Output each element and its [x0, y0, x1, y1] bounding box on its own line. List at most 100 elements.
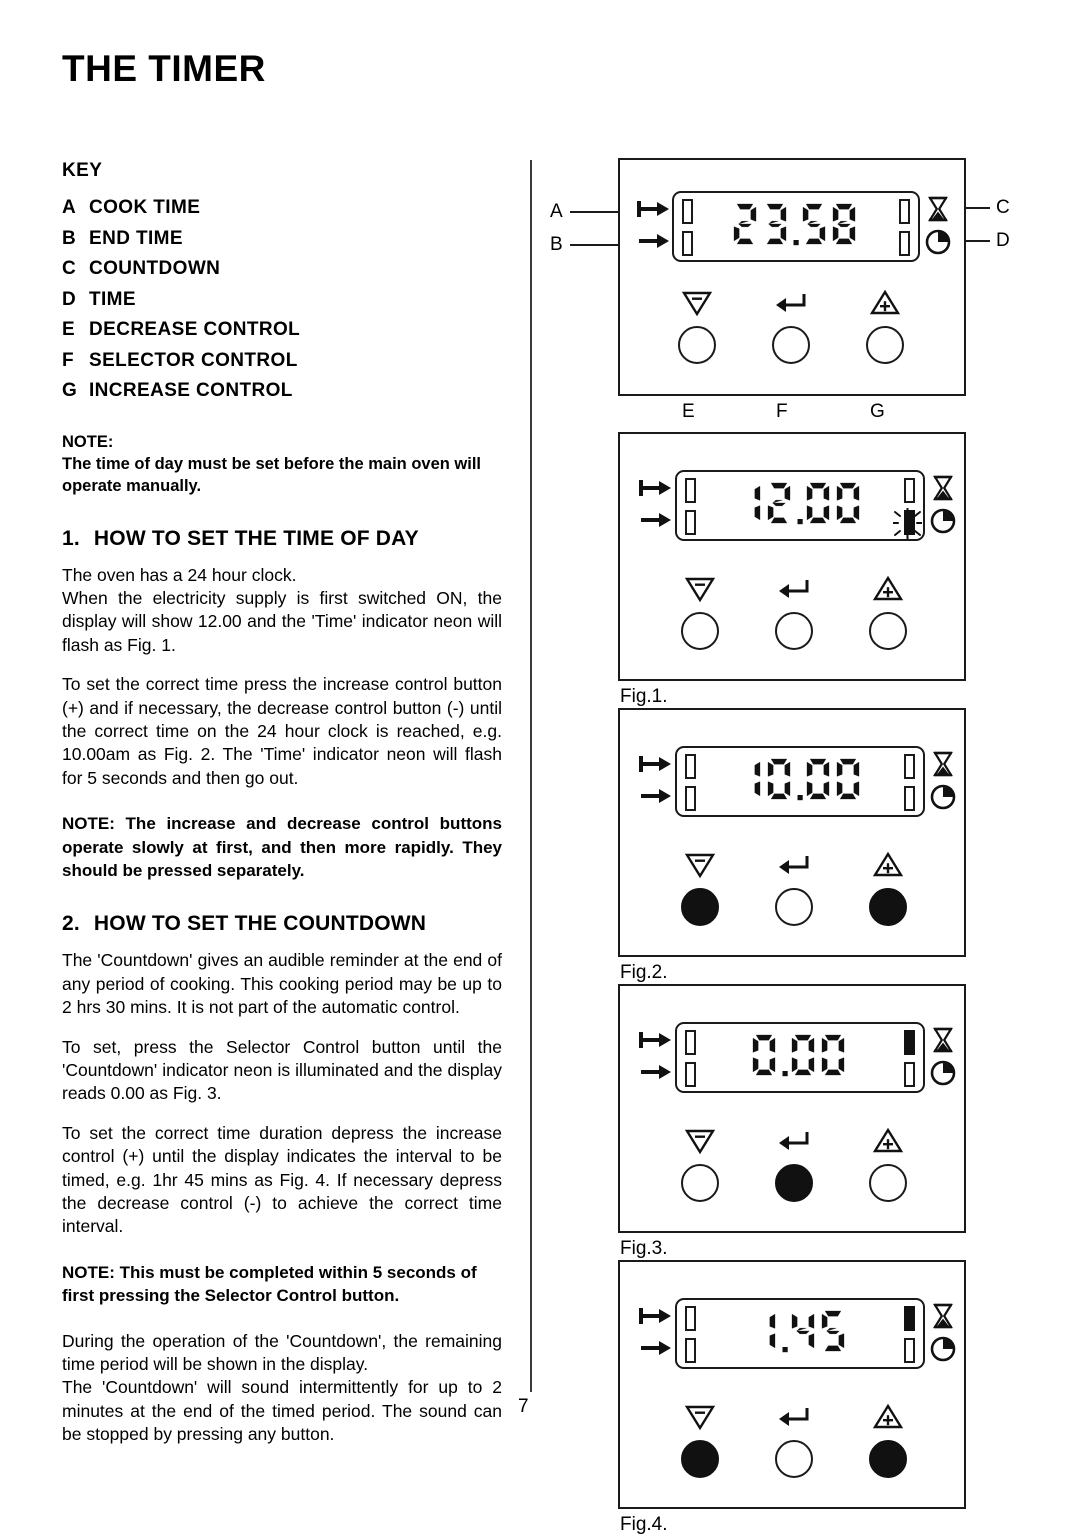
key-letter-b: B	[62, 227, 77, 249]
fig1-wrap: Fig.1.	[618, 432, 1038, 708]
fig4-wrap: Fig.4.	[618, 1260, 1038, 1536]
hourglass-icon	[928, 1025, 958, 1055]
callout-label-e: E	[682, 401, 695, 422]
key-label-d: TIME	[89, 288, 136, 310]
cook-time-arrow-icon	[638, 754, 672, 774]
decrease-button-knob-pressed[interactable]	[681, 1440, 719, 1478]
clock-icon	[928, 1334, 958, 1364]
increase-control-fig2[interactable]	[858, 850, 918, 926]
end-time-arrow-icon	[638, 1062, 672, 1082]
page-title: THE TIMER	[62, 48, 266, 89]
increase-button-knob-pressed[interactable]	[869, 1440, 907, 1478]
selector-control-key[interactable]	[761, 288, 821, 364]
increase-button-knob-pressed[interactable]	[869, 888, 907, 926]
increase-control-fig4[interactable]	[858, 1402, 918, 1478]
key-heading: KEY	[62, 160, 103, 181]
decrease-control-fig3[interactable]	[670, 1126, 730, 1202]
lcd-display-fig4	[675, 1298, 925, 1369]
hourglass-icon	[923, 194, 953, 224]
key-item-f: F SELECTOR CONTROL	[62, 346, 502, 377]
timer-panel-key	[618, 158, 966, 396]
key-label-g: INCREASE CONTROL	[89, 380, 293, 401]
fig3-caption: Fig.3.	[620, 1238, 668, 1259]
increase-triangle-plus-icon	[858, 1402, 918, 1436]
hourglass-icon	[928, 473, 958, 503]
increase-triangle-plus-icon	[858, 850, 918, 884]
selector-control-fig2[interactable]	[764, 850, 824, 926]
decrease-button-knob[interactable]	[681, 612, 719, 650]
decrease-triangle-minus-icon	[670, 1126, 730, 1160]
selector-button-knob[interactable]	[775, 888, 813, 926]
left-text-column: KEY A COOK TIME B END TIME C COUNTDOWN D…	[62, 160, 502, 1463]
timer-panel-fig4	[618, 1260, 966, 1509]
hourglass-icon	[928, 1301, 958, 1331]
key-list: A COOK TIME B END TIME C COUNTDOWN D TIM…	[62, 193, 502, 407]
cook-time-arrow-icon	[638, 1030, 672, 1050]
cook-time-arrow-icon	[638, 478, 672, 498]
fig3-wrap: Fig.3.	[618, 984, 1038, 1260]
key-item-b: B END TIME	[62, 224, 502, 255]
increase-triangle-plus-icon	[855, 288, 915, 322]
key-label-e: DECREASE CONTROL	[89, 319, 301, 340]
increase-control-fig3[interactable]	[858, 1126, 918, 1202]
fig4-caption: Fig.4.	[620, 1514, 668, 1535]
section-2-para-4: During the operation of the 'Countdown',…	[62, 1330, 502, 1375]
fig1-caption: Fig.1.	[620, 686, 668, 707]
diagram-column: A B C D E F G Fig.1. Fig.2. Fig.3. Fig.4…	[550, 158, 1038, 1536]
timer-panel-fig1	[618, 432, 966, 681]
selector-control-fig3[interactable]	[764, 1126, 824, 1202]
section-1-number: 1.	[62, 526, 80, 550]
section-1-note: NOTE: The increase and decrease control …	[62, 814, 502, 880]
column-divider	[530, 160, 532, 1392]
end-time-arrow-icon	[638, 1338, 672, 1358]
end-time-arrow-icon	[638, 786, 672, 806]
selector-return-arrow-icon	[764, 574, 824, 608]
increase-button-knob[interactable]	[866, 326, 904, 364]
hourglass-icon	[928, 749, 958, 779]
key-letter-f: F	[62, 349, 75, 371]
increase-triangle-plus-icon	[858, 574, 918, 608]
key-label-f: SELECTOR CONTROL	[89, 349, 298, 371]
lcd-digits-fig2	[677, 757, 923, 814]
selector-control-fig4[interactable]	[764, 1402, 824, 1478]
fig2-wrap: Fig.2.	[618, 708, 1038, 984]
increase-control-fig1[interactable]	[858, 574, 918, 650]
callout-label-d: D	[996, 230, 1010, 251]
lcd-digits-fig3	[677, 1033, 923, 1090]
section-1-heading: 1. HOW TO SET THE TIME OF DAY	[62, 527, 502, 551]
decrease-control-fig2[interactable]	[670, 850, 730, 926]
decrease-control-fig1[interactable]	[670, 574, 730, 650]
increase-control-key[interactable]	[855, 288, 915, 364]
lcd-display-fig1	[675, 470, 925, 541]
clock-icon	[923, 227, 953, 257]
callout-label-g: G	[870, 401, 885, 422]
increase-button-knob[interactable]	[869, 612, 907, 650]
key-item-g: G INCREASE CONTROL	[62, 376, 502, 407]
section-2-para-1: The 'Countdown' gives an audible reminde…	[62, 950, 502, 1018]
key-letter-g: G	[62, 380, 78, 401]
note-top-body: The time of day must be set before the m…	[62, 454, 482, 495]
clock-icon	[928, 1058, 958, 1088]
selector-button-knob[interactable]	[772, 326, 810, 364]
cook-time-arrow-icon	[636, 199, 670, 219]
decrease-button-knob-pressed[interactable]	[681, 888, 719, 926]
decrease-button-knob[interactable]	[681, 1164, 719, 1202]
end-time-arrow-icon	[636, 231, 670, 251]
selector-button-knob[interactable]	[775, 1440, 813, 1478]
decrease-control-fig4[interactable]	[670, 1402, 730, 1478]
increase-button-knob[interactable]	[869, 1164, 907, 1202]
key-letter-c: C	[62, 258, 77, 279]
callout-label-c: C	[996, 197, 1010, 218]
key-diagram-wrap: A B C D E F G	[550, 158, 1038, 421]
decrease-button-knob[interactable]	[678, 326, 716, 364]
selector-button-knob-pressed[interactable]	[775, 1164, 813, 1202]
increase-triangle-plus-icon	[858, 1126, 918, 1160]
selector-button-knob[interactable]	[775, 612, 813, 650]
selector-control-fig1[interactable]	[764, 574, 824, 650]
key-label-c: COUNTDOWN	[89, 258, 221, 279]
cook-time-arrow-icon	[638, 1306, 672, 1326]
decrease-control-key[interactable]	[667, 288, 727, 364]
lcd-display-fig2	[675, 746, 925, 817]
section-2-heading: 2. HOW TO SET THE COUNTDOWN	[62, 912, 502, 936]
